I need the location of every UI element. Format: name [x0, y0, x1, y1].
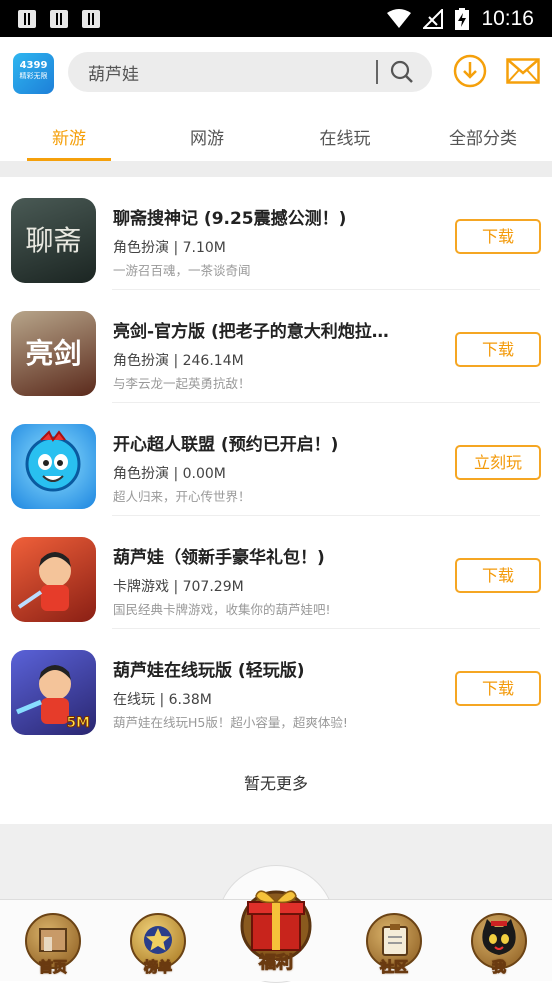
liangjian-icon[interactable]: 亮剑: [11, 311, 96, 396]
top-header: 4399 精彩无限: [0, 37, 552, 107]
game-list: 聊斋 聊斋搜神记 (9.25震撼公测！) 角色扮演 | 7.10M 一游召百魂，…: [0, 177, 552, 742]
search-divider: [376, 60, 378, 84]
liaozhai-icon[interactable]: 聊斋: [11, 198, 96, 283]
game-description: 与李云龙一起英勇抗敌！: [113, 376, 251, 391]
kaixin-character-icon: [25, 430, 81, 492]
category-tabs: 新游 网游 在线玩 全部分类: [0, 107, 552, 161]
game-meta: 角色扮演 | 7.10M: [113, 240, 226, 256]
download-button[interactable]: 下载: [455, 219, 541, 254]
size-badge: 5M: [66, 715, 91, 732]
game-meta: 在线玩 | 6.38M: [113, 692, 212, 708]
game-description: 一游召百魂，一茶谈奇闻: [113, 263, 251, 278]
tab-all-categories[interactable]: 全部分类: [414, 107, 552, 161]
play-now-button[interactable]: 立刻玩: [455, 445, 541, 480]
clock: 10:16: [481, 6, 534, 30]
list-item[interactable]: 5M 葫芦娃在线玩版 (轻玩版) 在线玩 | 6.38M 葫芦娃在线玩H5版！超…: [0, 629, 552, 742]
star-icon: [144, 926, 172, 954]
logo-text: 4399: [19, 60, 48, 71]
search-icon[interactable]: [390, 60, 414, 84]
status-bar: 10:16: [0, 0, 552, 37]
nav-label: 社区: [380, 960, 409, 977]
game-meta: 角色扮演 | 246.14M: [113, 353, 244, 369]
download-button[interactable]: 下载: [455, 558, 541, 593]
list-item[interactable]: 聊斋 聊斋搜神记 (9.25震撼公测！) 角色扮演 | 7.10M 一游召百魂，…: [0, 177, 552, 290]
list-item[interactable]: 亮剑 亮剑-官方版 (把老子的意大利炮拉… 角色扮演 | 246.14M 与李云…: [0, 290, 552, 403]
tab-new-games[interactable]: 新游: [0, 107, 138, 161]
battery-charging-icon: [455, 7, 470, 30]
game-title[interactable]: 聊斋搜神记 (9.25震撼公测！): [113, 204, 346, 229]
notification-icon: [18, 9, 36, 28]
shop-glyph-icon: [39, 928, 67, 952]
game-title[interactable]: 亮剑-官方版 (把老子的意大利炮拉…: [113, 317, 389, 342]
game-title[interactable]: 葫芦娃在线玩版 (轻玩版): [113, 656, 304, 681]
nav-home[interactable]: 首页: [25, 913, 81, 977]
huluwa-character-icon: [17, 552, 71, 611]
huluwa-h5-icon[interactable]: 5M: [11, 650, 96, 735]
tab-online-games[interactable]: 网游: [138, 107, 276, 161]
mail-icon[interactable]: [506, 58, 540, 84]
search-input[interactable]: [88, 62, 368, 82]
game-title[interactable]: 开心超人联盟 (预约已开启！): [113, 430, 338, 455]
game-meta: 角色扮演 | 0.00M: [113, 466, 226, 482]
list-item[interactable]: 葫芦娃（领新手豪华礼包！) 卡牌游戏 | 707.29M 国民经典卡牌游戏，收集…: [0, 516, 552, 629]
game-description: 超人归来，开心传世界！: [113, 489, 251, 504]
nav-ranking[interactable]: 榜单: [130, 913, 186, 977]
search-bar[interactable]: [68, 52, 432, 92]
download-icon[interactable]: [453, 54, 487, 88]
nav-label: 首页: [39, 960, 68, 977]
nav-me[interactable]: 我: [471, 913, 527, 977]
kaixin-icon[interactable]: [11, 424, 96, 509]
clipboard-icon: [382, 924, 408, 956]
list-end-text: 暂无更多: [243, 774, 308, 793]
notification-icon: [82, 9, 100, 28]
cat-avatar-icon: [482, 919, 516, 955]
list-item[interactable]: 开心超人联盟 (预约已开启！) 角色扮演 | 0.00M 超人归来，开心传世界！…: [0, 403, 552, 516]
nav-welfare[interactable]: 福利: [236, 880, 316, 975]
game-title[interactable]: 葫芦娃（领新手豪华礼包！): [113, 543, 325, 568]
section-separator: [0, 161, 552, 177]
logo-subtext: 精彩无限: [19, 72, 48, 80]
nav-label: 我: [492, 960, 507, 977]
nav-label: 榜单: [144, 960, 173, 977]
download-button[interactable]: 下载: [455, 671, 541, 706]
nav-label: 福利: [259, 953, 294, 974]
huluwa-icon[interactable]: [11, 537, 96, 622]
game-meta: 卡牌游戏 | 707.29M: [113, 579, 244, 595]
app-logo[interactable]: 4399 精彩无限: [13, 53, 54, 94]
signal-icon: [423, 8, 444, 29]
nav-community[interactable]: 社区: [366, 913, 422, 977]
wifi-icon: [387, 8, 412, 28]
tab-play-online[interactable]: 在线玩: [276, 107, 414, 161]
game-description: 国民经典卡牌游戏，收集你的葫芦娃吧!: [113, 602, 331, 617]
notification-icon: [50, 9, 68, 28]
game-description: 葫芦娃在线玩H5版！超小容量，超爽体验!: [113, 715, 348, 730]
download-button[interactable]: 下载: [455, 332, 541, 367]
